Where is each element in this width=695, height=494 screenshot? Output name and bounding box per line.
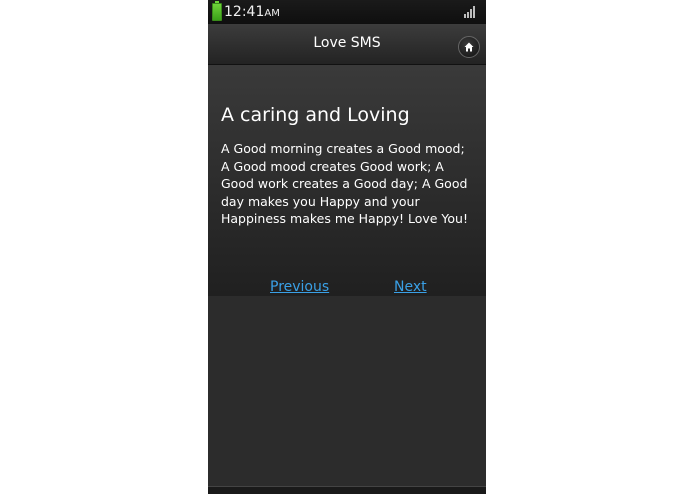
bottom-bar	[208, 486, 486, 494]
message-title: A caring and Loving	[221, 104, 410, 126]
empty-area	[208, 296, 486, 486]
clock-ampm: AM	[264, 8, 280, 19]
previous-link[interactable]: Previous	[270, 279, 329, 296]
clock-time: 12:41	[224, 4, 265, 20]
battery-icon	[212, 1, 222, 21]
next-link[interactable]: Next	[394, 279, 427, 296]
status-clock: 12:41AM	[224, 4, 280, 22]
status-bar: 12:41AM	[208, 0, 486, 24]
message-body: A Good morning creates a Good mood; A Go…	[221, 141, 468, 226]
home-icon	[464, 42, 474, 52]
signal-icon	[464, 6, 478, 18]
message-panel: A caring and Loving A Good morning creat…	[208, 65, 486, 296]
app-title: Love SMS	[313, 35, 381, 51]
home-button[interactable]	[458, 36, 480, 58]
title-bar: Love SMS	[208, 24, 486, 65]
phone-screen: 12:41AM Love SMS A caring and Loving A G…	[208, 0, 486, 494]
